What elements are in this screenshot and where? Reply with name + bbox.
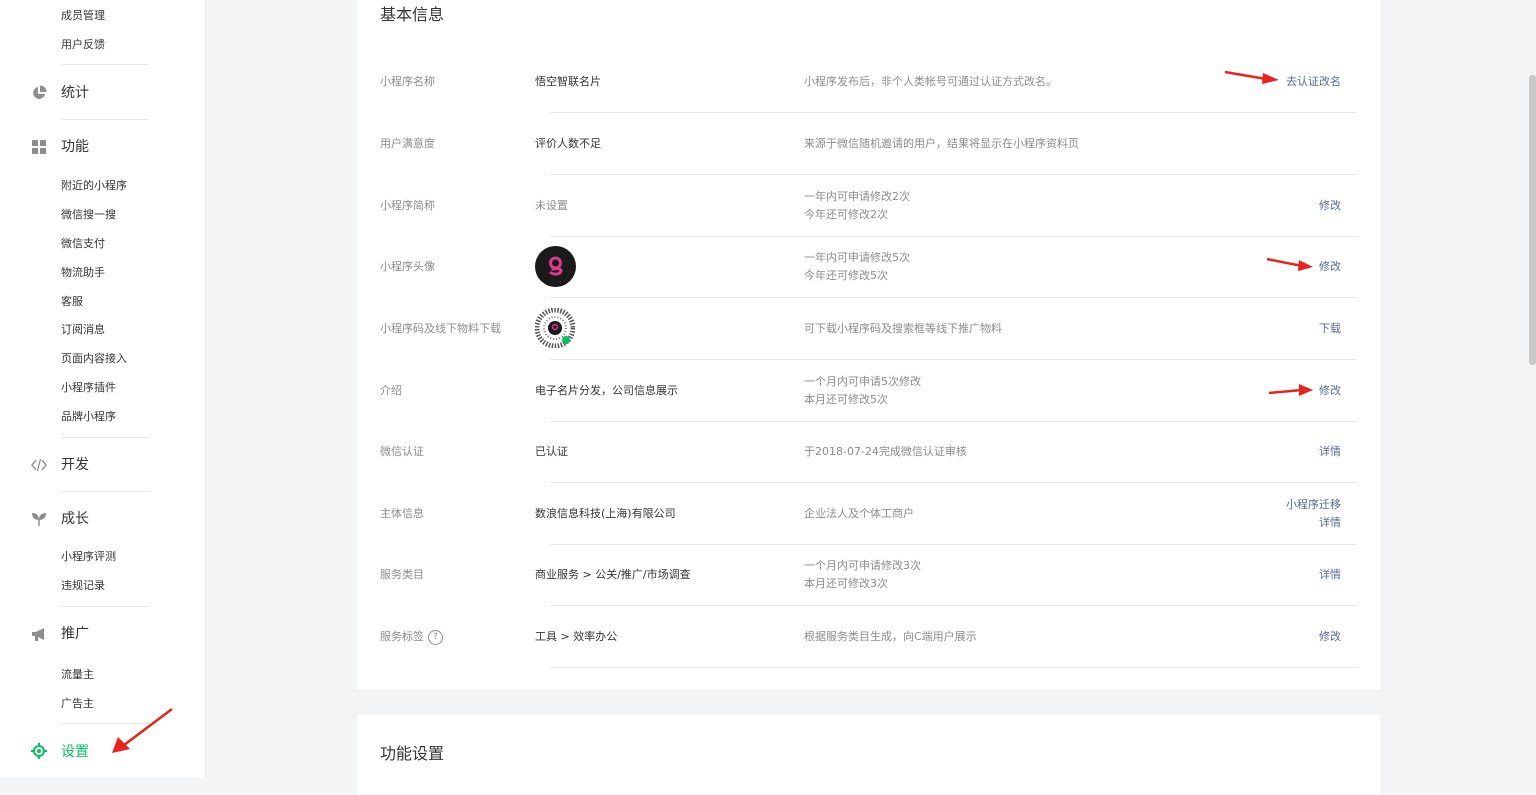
sidebar-item-feedback[interactable]: 用户反馈 <box>61 38 105 52</box>
sidebar-item-plugin[interactable]: 小程序插件 <box>61 381 116 395</box>
info-row-intro: 介绍 电子名片分发，公司信息展示 一个月内可申请5次修改 本月还可修改5次 修改 <box>380 360 1357 422</box>
row-label: 服务类目 <box>380 568 424 581</box>
annotation-arrow-icon <box>1266 257 1313 271</box>
row-label: 微信认证 <box>380 445 424 458</box>
scrollbar[interactable] <box>1529 75 1536 365</box>
info-row-avatar: 小程序头像 一年内可申请修改5次 今年还可修改5次 修改 <box>380 236 1357 298</box>
row-value: 悟空智联名片 <box>535 75 601 88</box>
row-desc: 小程序发布后，非个人类帐号可通过认证方式改名。 <box>804 75 1057 88</box>
row-desc: 一年内可申请修改2次 今年还可修改2次 <box>804 190 910 221</box>
sidebar-divider <box>61 119 149 120</box>
sidebar-item-promo[interactable]: 推广 <box>61 625 89 643</box>
info-row-category: 服务类目 商业服务 > 公关/推广/市场调查 一个月内可申请修改3次 本月还可修改… <box>380 544 1357 606</box>
basic-info-card: 基本信息 小程序名称 悟空智联名片 小程序发布后，非个人类帐号可通过认证方式改名… <box>357 0 1381 690</box>
sidebar-item-stats[interactable]: 统计 <box>61 84 89 102</box>
info-row-short-name: 小程序简称 未设置 一年内可申请修改2次 今年还可修改2次 修改 <box>380 175 1357 237</box>
category-details-link[interactable]: 详情 <box>1319 544 1341 606</box>
sidebar-item-growth[interactable]: 成长 <box>61 510 89 528</box>
megaphone-icon <box>32 628 44 641</box>
help-icon[interactable]: ? <box>428 629 443 645</box>
info-row-certification: 微信认证 已认证 于2018-07-24完成微信认证审核 详情 <box>380 421 1357 483</box>
sidebar-item-logistics[interactable]: 物流助手 <box>61 266 105 280</box>
sidebar-item-publisher[interactable]: 流量主 <box>61 668 94 682</box>
sidebar-divider <box>61 606 149 607</box>
sidebar-item-advertiser[interactable]: 广告主 <box>61 697 94 711</box>
entity-actions: 小程序迁移 详情 <box>1286 483 1341 545</box>
entity-details-link[interactable]: 详情 <box>1319 514 1341 532</box>
download-link[interactable]: 下载 <box>1319 298 1341 360</box>
row-desc: 来源于微信随机邀请的用户，结果将显示在小程序资料页 <box>804 137 1079 150</box>
function-settings-title: 功能设置 <box>380 744 445 763</box>
code-icon <box>31 458 47 472</box>
row-desc: 于2018-07-24完成微信认证审核 <box>804 445 967 458</box>
annotation-arrow-icon <box>1268 384 1313 396</box>
annotation-arrow-icon <box>1224 70 1279 84</box>
sidebar-item-violations[interactable]: 违规记录 <box>61 579 105 593</box>
sidebar-item-members[interactable]: 成员管理 <box>61 9 105 23</box>
function-settings-card: 功能设置 <box>357 715 1381 795</box>
certification-details-link[interactable]: 详情 <box>1319 421 1341 483</box>
annotation-arrow-icon <box>112 708 173 753</box>
row-desc: 根据服务类目生成，向C端用户展示 <box>804 630 977 643</box>
sidebar: 成员管理 用户反馈 统计 功能 附近的小程序 微信搜一搜 微信支付 物流助手 客… <box>0 0 206 778</box>
sidebar-item-evaluation[interactable]: 小程序评测 <box>61 550 116 564</box>
row-value: 数浪信息科技(上海)有限公司 <box>535 507 676 520</box>
sidebar-item-dev[interactable]: 开发 <box>61 456 89 474</box>
mini-program-code <box>534 307 576 349</box>
pie-chart-icon <box>33 85 47 99</box>
basic-info-title: 基本信息 <box>380 5 445 24</box>
row-label: 小程序头像 <box>380 260 435 273</box>
edit-short-name-link[interactable]: 修改 <box>1319 175 1341 237</box>
row-desc: 一个月内可申请修改3次 本月还可修改3次 <box>804 559 921 590</box>
row-label: 介绍 <box>380 384 402 397</box>
sidebar-divider <box>61 64 149 65</box>
row-label: 服务标签? <box>380 606 443 668</box>
info-row-name: 小程序名称 悟空智联名片 小程序发布后，非个人类帐号可通过认证方式改名。 去认证… <box>380 51 1357 113</box>
row-desc: 一年内可申请修改5次 今年还可修改5次 <box>804 251 910 282</box>
row-label: 小程序码及线下物料下载 <box>380 322 501 335</box>
sidebar-item-service[interactable]: 客服 <box>61 295 83 309</box>
row-desc: 企业法人及个体工商户 <box>804 507 914 520</box>
row-desc: 一个月内可申请5次修改 本月还可修改5次 <box>804 375 921 406</box>
certify-rename-link[interactable]: 去认证改名 <box>1286 51 1341 113</box>
migrate-link[interactable]: 小程序迁移 <box>1286 496 1341 514</box>
sidebar-item-brand[interactable]: 品牌小程序 <box>61 410 116 424</box>
row-label: 用户满意度 <box>380 137 435 150</box>
row-label: 主体信息 <box>380 507 424 520</box>
sidebar-item-pay[interactable]: 微信支付 <box>61 237 105 251</box>
sidebar-divider <box>61 437 149 438</box>
info-row-tags: 服务标签? 工具 > 效率办公 根据服务类目生成，向C端用户展示 修改 <box>380 606 1357 668</box>
sprout-icon <box>32 513 46 526</box>
sidebar-item-nearby[interactable]: 附近的小程序 <box>61 179 127 193</box>
avatar <box>535 246 576 287</box>
row-value: 未设置 <box>535 199 568 212</box>
row-value: 商业服务 > 公关/推广/市场调查 <box>535 568 691 581</box>
sidebar-item-settings[interactable]: 设置 <box>61 743 89 761</box>
edit-intro-link[interactable]: 修改 <box>1319 360 1341 422</box>
info-row-entity: 主体信息 数浪信息科技(上海)有限公司 企业法人及个体工商户 小程序迁移 详情 <box>380 483 1357 545</box>
sidebar-divider <box>61 491 149 492</box>
info-row-satisfaction: 用户满意度 评价人数不足 来源于微信随机邀请的用户，结果将显示在小程序资料页 <box>380 113 1357 175</box>
grid-icon <box>32 140 46 154</box>
row-value: 工具 > 效率办公 <box>535 630 618 643</box>
sidebar-item-subscribe[interactable]: 订阅消息 <box>61 323 105 337</box>
edit-avatar-link[interactable]: 修改 <box>1319 236 1341 298</box>
edit-tags-link[interactable]: 修改 <box>1319 606 1341 668</box>
row-divider <box>550 667 1357 668</box>
sidebar-item-search[interactable]: 微信搜一搜 <box>61 208 116 222</box>
sidebar-item-features[interactable]: 功能 <box>61 138 89 156</box>
sidebar-item-content[interactable]: 页面内容接入 <box>61 352 127 366</box>
row-value: 已认证 <box>535 445 568 458</box>
info-row-qrcode: 小程序码及线下物料下载 可下载小程序码及搜索框等线下推广物料 下载 <box>380 298 1357 360</box>
row-desc: 可下载小程序码及搜索框等线下推广物料 <box>804 322 1002 335</box>
row-value: 电子名片分发，公司信息展示 <box>535 384 678 397</box>
gear-icon <box>31 743 47 759</box>
row-value: 评价人数不足 <box>535 137 601 150</box>
row-label: 小程序简称 <box>380 199 435 212</box>
row-label: 小程序名称 <box>380 75 435 88</box>
